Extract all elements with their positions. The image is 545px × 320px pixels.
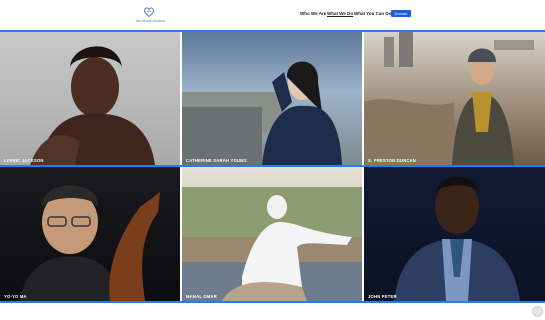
tile-name-label: JOHN PETER bbox=[368, 294, 397, 299]
portrait-tile-john-peter[interactable]: JOHN PETER bbox=[364, 167, 545, 301]
portrait-image bbox=[394, 177, 520, 301]
portrait-image bbox=[364, 32, 534, 165]
tile-name-label: S. PRESTON DUNCAN bbox=[368, 158, 416, 163]
nav-what-you-can-do[interactable]: What You Can Do bbox=[354, 11, 391, 16]
tile-name-label: MANAL OMAR bbox=[186, 294, 217, 299]
donate-button[interactable]: Donate bbox=[391, 10, 411, 17]
tile-name-label: LYRRIC JACKSON bbox=[4, 158, 44, 163]
nav-what-we-do[interactable]: What We Do bbox=[327, 11, 353, 16]
top-nav-bar: the hearts emotion Who We Are What We Do… bbox=[0, 0, 545, 30]
portrait-tile-yo-yo-ma[interactable]: YO-YO MA bbox=[0, 167, 180, 301]
heart-logo-icon bbox=[144, 7, 154, 18]
portrait-tile-s-preston-duncan[interactable]: S. PRESTON DUNCAN bbox=[364, 32, 545, 165]
portrait-image bbox=[182, 61, 342, 165]
portrait-image bbox=[30, 46, 155, 165]
portrait-tile-manal-omar[interactable]: MANAL OMAR bbox=[182, 167, 362, 301]
tile-name-label: YO-YO MA bbox=[4, 294, 27, 299]
portrait-tile-catherine-sarah-young[interactable]: CATHERINE SARAH YOUNG bbox=[182, 32, 362, 165]
portrait-tile-lyrric-jackson[interactable]: LYRRIC JACKSON bbox=[0, 32, 180, 165]
tile-name-label: CATHERINE SARAH YOUNG bbox=[186, 158, 247, 163]
footer-area bbox=[0, 303, 545, 320]
portrait-image bbox=[182, 187, 362, 301]
logo-text: the hearts emotion bbox=[136, 19, 165, 23]
chat-help-icon[interactable] bbox=[532, 306, 543, 317]
nav-who-we-are[interactable]: Who We Are bbox=[300, 11, 326, 16]
site-logo[interactable]: the hearts emotion bbox=[136, 6, 165, 24]
portrait-image bbox=[20, 185, 160, 301]
